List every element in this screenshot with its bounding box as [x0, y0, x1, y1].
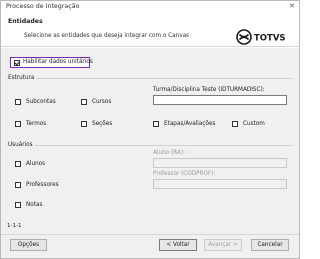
professor-input[interactable] — [153, 179, 287, 189]
next-button[interactable]: Avançar > — [204, 239, 242, 251]
opcoes-button[interactable]: Opções — [10, 239, 47, 251]
window-title: Processo de Integração — [6, 3, 80, 10]
integration-dialog: Processo de Integração ✕ Entidades Selec… — [0, 0, 300, 259]
aluno-ra-input[interactable] — [153, 158, 287, 168]
habilitar-label: Habilitar dados unitários — [23, 59, 93, 65]
turma-label: Turma/Disciplina Teste (IDTURMADISC): — [153, 87, 265, 93]
professor-label: Professor (CODPROF): — [153, 171, 216, 177]
etapas-checkbox[interactable] — [153, 121, 159, 127]
secoes-checkbox[interactable] — [81, 121, 87, 127]
close-icon[interactable]: ✕ — [289, 2, 295, 10]
cursos-label: Cursos — [92, 99, 112, 105]
cancel-button[interactable]: Cancelar — [251, 239, 289, 251]
estrutura-title: Estrutura — [8, 75, 37, 81]
logo-text: TOTVS — [254, 34, 286, 44]
cursos-checkbox[interactable] — [81, 99, 87, 105]
alunos-label: Alunos — [26, 161, 46, 167]
subcontas-label: Subcontas — [26, 99, 56, 105]
etapas-label: Etapas/Avaliações — [164, 121, 216, 127]
custom-label: Custom — [243, 121, 265, 127]
professores-checkbox[interactable] — [15, 182, 21, 188]
totvs-logo: TOTVS — [236, 29, 286, 45]
notas-checkbox[interactable] — [15, 202, 21, 208]
habilitar-checkbox[interactable] — [14, 59, 20, 66]
custom-checkbox[interactable] — [232, 121, 238, 127]
wizard-header: Entidades Selecione as entidades que des… — [1, 13, 299, 47]
status-text: 1-1-1 — [7, 223, 22, 229]
termos-label: Termos — [26, 121, 47, 127]
alunos-checkbox[interactable] — [15, 161, 21, 167]
usuarios-title: Usuários — [8, 142, 35, 148]
subcontas-checkbox[interactable] — [15, 99, 21, 105]
professores-label: Professores — [26, 182, 59, 188]
turma-input[interactable] — [153, 95, 287, 105]
title-bar: Processo de Integração ✕ — [1, 1, 299, 13]
secoes-label: Seções — [92, 121, 113, 127]
page-title: Entidades — [8, 18, 43, 25]
aluno-ra-label: Aluno (RA): — [153, 150, 185, 156]
page-description: Selecione as entidades que deseja integr… — [24, 33, 190, 39]
back-button[interactable]: < Voltar — [159, 239, 197, 251]
button-bar: Opções < Voltar Avançar > Cancelar — [1, 234, 299, 258]
notas-label: Notas — [26, 202, 43, 208]
termos-checkbox[interactable] — [15, 121, 21, 127]
